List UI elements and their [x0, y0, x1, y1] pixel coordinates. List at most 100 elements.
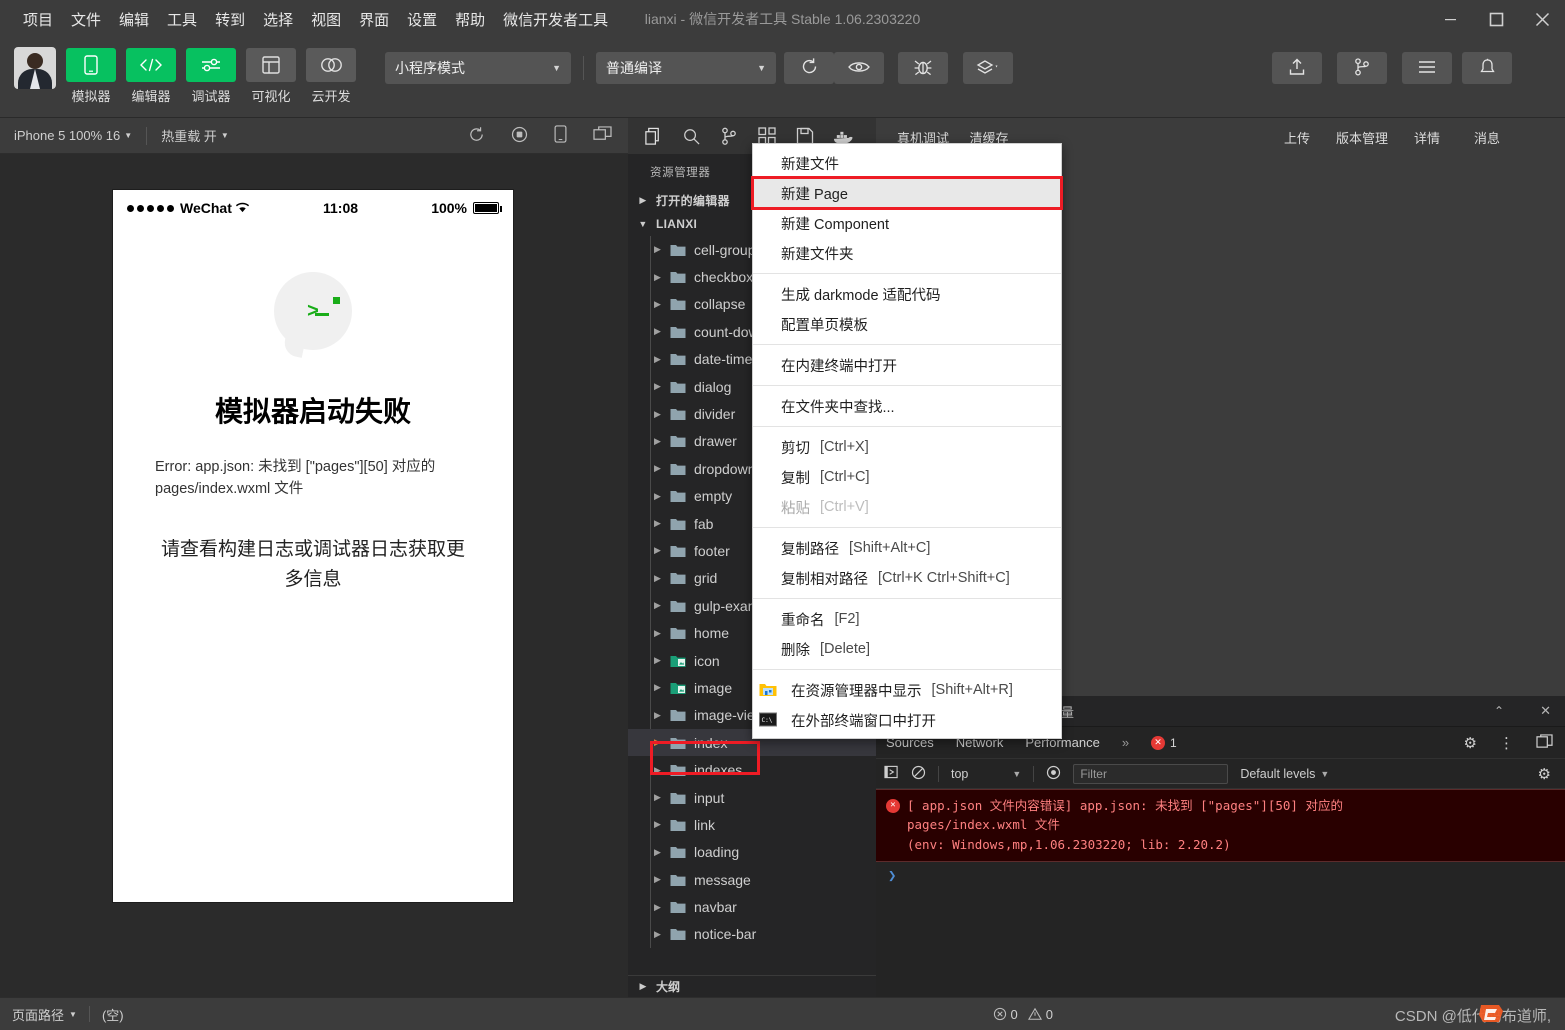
files-icon[interactable]: [634, 118, 672, 154]
chevron-right-icon[interactable]: ▶: [654, 545, 670, 556]
chevron-right-icon[interactable]: ▶: [654, 244, 670, 255]
context-menu-item[interactable]: 在资源管理器中显示 [Shift+Alt+R]: [753, 675, 1061, 705]
simulator-button[interactable]: [66, 48, 116, 82]
chevron-right-icon[interactable]: ▶: [654, 737, 670, 748]
upload-button[interactable]: [1272, 52, 1322, 84]
menu-item-help[interactable]: 帮助: [446, 5, 494, 34]
tree-item-link[interactable]: ▶ link: [628, 811, 876, 838]
minimize-button[interactable]: [1427, 0, 1473, 38]
chevron-right-icon[interactable]: ▶: [654, 710, 670, 721]
context-menu-item[interactable]: 在文件夹中查找...: [753, 391, 1061, 421]
visual-button[interactable]: [246, 48, 296, 82]
device-icon[interactable]: [554, 125, 567, 146]
chevron-right-icon[interactable]: ▶: [654, 299, 670, 310]
source-control-icon[interactable]: [710, 118, 748, 154]
menu-item-tools[interactable]: 工具: [158, 5, 206, 34]
tree-item-loading[interactable]: ▶ loading: [628, 839, 876, 866]
menu-item-edit[interactable]: 编辑: [110, 5, 158, 34]
menu-item-view[interactable]: 视图: [302, 5, 350, 34]
avatar[interactable]: [14, 47, 56, 89]
refresh-icon[interactable]: [468, 126, 485, 146]
chevron-right-icon[interactable]: ▶: [654, 929, 670, 940]
live-expression-icon[interactable]: [1046, 765, 1061, 783]
chevron-right-icon[interactable]: ▶: [654, 902, 670, 913]
chevron-right-icon[interactable]: ▶: [654, 874, 670, 885]
menu-item-project[interactable]: 项目: [14, 5, 62, 34]
chevron-right-icon[interactable]: ▶: [654, 655, 670, 666]
panel-close-icon[interactable]: ✕: [1540, 703, 1565, 719]
context-menu-item[interactable]: 新建文件: [753, 148, 1061, 178]
chevron-right-icon[interactable]: ▶: [654, 381, 670, 392]
context-menu-item[interactable]: 复制 [Ctrl+C]: [753, 462, 1061, 492]
clear-console-icon[interactable]: [911, 765, 926, 783]
chevron-right-icon[interactable]: ▶: [654, 272, 670, 283]
device-select[interactable]: iPhone 5 100% 16 ▼: [0, 128, 146, 143]
menu-item-settings[interactable]: 设置: [398, 5, 446, 34]
compile-select[interactable]: 普通编译 ▼: [596, 52, 776, 84]
tree-item-navbar[interactable]: ▶ navbar: [628, 893, 876, 920]
chevron-right-icon[interactable]: ▶: [654, 792, 670, 803]
chevron-right-icon[interactable]: ▶: [654, 600, 670, 611]
chevron-right-icon[interactable]: ▶: [654, 628, 670, 639]
panel-collapse-icon[interactable]: ⌃: [1494, 704, 1520, 718]
dock-icon[interactable]: [1536, 733, 1565, 752]
console-context-select[interactable]: top ▼: [951, 767, 1021, 781]
devtools-error-badge[interactable]: ✕ 1: [1151, 735, 1177, 750]
chevron-right-icon[interactable]: ▶: [654, 765, 670, 776]
clear-cache-button[interactable]: [963, 52, 1013, 84]
mode-select[interactable]: 小程序模式 ▼: [385, 52, 571, 84]
context-menu-item[interactable]: 复制路径 [Shift+Alt+C]: [753, 533, 1061, 563]
detach-icon[interactable]: [593, 125, 612, 146]
gear-icon[interactable]: ⚙: [1464, 734, 1477, 752]
chevron-right-icon[interactable]: ▶: [654, 847, 670, 858]
console-levels-select[interactable]: Default levels ▼: [1240, 767, 1329, 781]
context-menu-item[interactable]: 新建 Page: [751, 176, 1063, 210]
console-settings-gear-icon[interactable]: ⚙: [1538, 765, 1557, 783]
hot-reload-select[interactable]: 热重载 开 ▼: [147, 126, 243, 145]
chevron-right-icon[interactable]: ▶: [654, 463, 670, 474]
menu-item-select[interactable]: 选择: [254, 5, 302, 34]
chevron-right-icon[interactable]: ▶: [654, 354, 670, 365]
devtools-more-tabs-icon[interactable]: »: [1122, 735, 1129, 750]
console-execute-icon[interactable]: [884, 765, 899, 782]
cloud-dev-button[interactable]: [306, 48, 356, 82]
chevron-right-icon[interactable]: ▶: [654, 819, 670, 830]
context-menu-item[interactable]: 复制相对路径 [Ctrl+K Ctrl+Shift+C]: [753, 563, 1061, 593]
context-menu-item[interactable]: 生成 darkmode 适配代码: [753, 279, 1061, 309]
context-menu-item[interactable]: 剪切 [Ctrl+X]: [753, 432, 1061, 462]
context-menu-item[interactable]: 新建文件夹: [753, 238, 1061, 268]
details-button[interactable]: [1402, 52, 1452, 84]
context-menu-item[interactable]: 配置单页模板: [753, 309, 1061, 339]
tree-item-indexes[interactable]: ▶ indexes: [628, 756, 876, 783]
chevron-right-icon[interactable]: ▶: [654, 682, 670, 693]
tree-item-input[interactable]: ▶ input: [628, 784, 876, 811]
tree-item-notice-bar[interactable]: ▶ notice-bar: [628, 921, 876, 948]
search-icon[interactable]: [672, 118, 710, 154]
kebab-menu-icon[interactable]: ⋮: [1499, 734, 1514, 752]
compile-button[interactable]: [784, 52, 834, 84]
chevron-right-icon[interactable]: ▶: [654, 436, 670, 447]
context-menu-item[interactable]: 在内建终端中打开: [753, 350, 1061, 380]
console-input-prompt[interactable]: ❯: [876, 862, 1565, 890]
problem-counts[interactable]: 0 0: [981, 1007, 1065, 1022]
menu-item-goto[interactable]: 转到: [206, 5, 254, 34]
tree-item-message[interactable]: ▶ message: [628, 866, 876, 893]
context-menu-item[interactable]: 新建 Component: [753, 208, 1061, 238]
menu-item-devtools[interactable]: 微信开发者工具: [494, 5, 617, 34]
chevron-right-icon[interactable]: ▶: [654, 518, 670, 529]
context-menu-item[interactable]: C:\ 在外部终端窗口中打开: [753, 705, 1061, 735]
messages-button[interactable]: [1462, 52, 1512, 84]
chevron-right-icon[interactable]: ▶: [654, 409, 670, 420]
context-menu-item[interactable]: 删除 [Delete]: [753, 634, 1061, 664]
maximize-button[interactable]: [1473, 0, 1519, 38]
page-path-select[interactable]: 页面路径 ▼: [0, 1005, 89, 1024]
record-icon[interactable]: [511, 126, 528, 146]
chevron-right-icon[interactable]: ▶: [654, 491, 670, 502]
preview-button[interactable]: [834, 52, 884, 84]
menu-item-ui[interactable]: 界面: [350, 5, 398, 34]
editor-button[interactable]: [126, 48, 176, 82]
close-button[interactable]: [1519, 0, 1565, 38]
real-device-debug-button[interactable]: [898, 52, 948, 84]
chevron-right-icon[interactable]: ▶: [654, 573, 670, 584]
chevron-right-icon[interactable]: ▶: [654, 326, 670, 337]
